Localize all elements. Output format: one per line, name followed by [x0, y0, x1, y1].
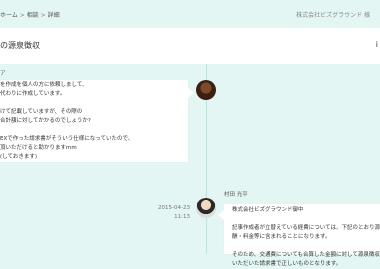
message-line: 酬・料金等に含まれることになります。 [232, 234, 331, 240]
message-timestamp: 2015-04-23 11:13 [142, 204, 190, 222]
breadcrumb-consultation[interactable]: 相談 [27, 12, 39, 19]
message-line: 代わりに作成しています。 [0, 91, 66, 97]
breadcrumb: ホーム > 相談 > 詳細 [0, 10, 60, 19]
message-line: 合計額に対してかかるのでしょうか? [0, 118, 91, 124]
message-line: 頂いただけると助かりますmm [0, 145, 77, 151]
message-time: 11:13 [174, 214, 190, 220]
company-name: 株式会社ビズグラウンド 様 [296, 12, 370, 19]
message-text: 株式会社ビズグラウンド御中記事作成者が立替えている経費については、下記のとおり源… [232, 206, 380, 269]
message-date: 2015-04-23 [158, 205, 190, 211]
avatar [196, 198, 216, 218]
message-bubble-right: 株式会社ビズグラウンド御中記事作成者が立替えている経費については、下記のとおり源… [218, 204, 380, 267]
message-line: 株式会社ビズグラウンド御中 [232, 207, 304, 213]
breadcrumb-separator: > [40, 12, 46, 19]
breadcrumb-detail: 詳細 [47, 12, 60, 19]
message-line: けて記載していますが、その際の [0, 109, 83, 115]
message-line: (しておきます) [0, 154, 37, 160]
sender-name: 村田 光平 [224, 192, 248, 198]
page-title: の源泉徴収 [0, 41, 40, 50]
message-line: 記事作成者が立替えている経費については、下記のとおり源泉 [232, 225, 380, 231]
title-card: の源泉徴収 i [0, 28, 380, 64]
message-bubble-left: を作成を個人の方に依頼しまして、 代わりに作成しています。けて記載していますが、そ… [0, 80, 194, 162]
sender-name-left: ア [0, 71, 6, 77]
message-line: を作成を個人の方に依頼しまして、 [0, 82, 88, 88]
message-text: を作成を個人の方に依頼しまして、 代わりに作成しています。けて記載していますが、そ… [0, 81, 133, 162]
message-line: EXで作った請求書がそういう仕様になっていたので、 [0, 136, 134, 142]
message-line: いただいた請求書で正しいものとなります。 [232, 261, 342, 267]
breadcrumb-home[interactable]: ホーム [0, 12, 18, 19]
avatar [196, 80, 216, 100]
title-action-icon[interactable]: i [376, 40, 378, 49]
breadcrumb-separator: > [19, 12, 25, 19]
message-line: そのため、交通費についても合算した金額に対して源泉徴収 [232, 252, 380, 258]
